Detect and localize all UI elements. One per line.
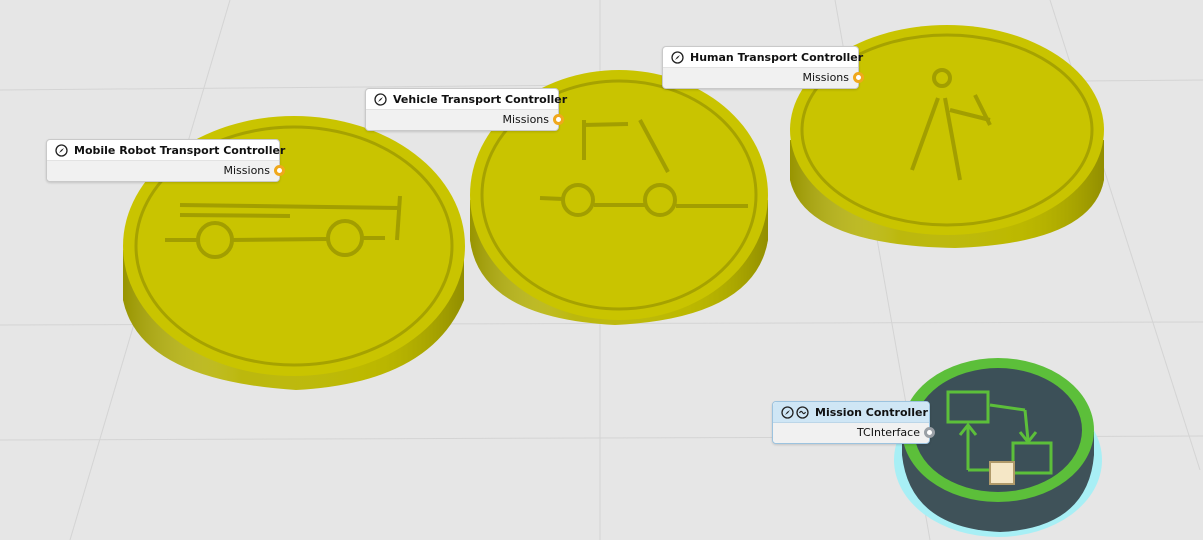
compass-icon bbox=[374, 93, 387, 106]
label-card-mobile-robot[interactable]: Mobile Robot Transport Controller Missio… bbox=[46, 139, 285, 182]
port-connector[interactable] bbox=[553, 114, 564, 125]
label-card-vehicle[interactable]: Vehicle Transport Controller Missions bbox=[365, 88, 567, 131]
compass-icon bbox=[781, 406, 794, 419]
label-card-mission-controller[interactable]: Mission Controller TCInterface bbox=[772, 401, 935, 444]
compass-icon bbox=[671, 51, 684, 64]
label-card-human[interactable]: Human Transport Controller Missions bbox=[662, 46, 864, 89]
component-title: Vehicle Transport Controller bbox=[393, 93, 568, 106]
mission-doc-icon bbox=[989, 461, 1015, 485]
port-connector[interactable] bbox=[274, 165, 285, 176]
port-connector[interactable] bbox=[853, 72, 864, 83]
mission-controller-puck[interactable] bbox=[894, 358, 1102, 537]
component-title: Mobile Robot Transport Controller bbox=[74, 144, 286, 157]
port-connector[interactable] bbox=[924, 427, 935, 438]
port-label: Missions bbox=[223, 164, 271, 177]
port-label: Missions bbox=[502, 113, 550, 126]
3d-viewport[interactable]: Mobile Robot Transport Controller Missio… bbox=[0, 0, 1203, 540]
sync-icon bbox=[796, 406, 809, 419]
port-label: Missions bbox=[802, 71, 850, 84]
component-title: Human Transport Controller bbox=[690, 51, 864, 64]
compass-icon bbox=[55, 144, 68, 157]
component-title: Mission Controller bbox=[815, 406, 928, 419]
scene-canvas[interactable] bbox=[0, 0, 1203, 540]
port-label: TCInterface bbox=[856, 426, 920, 439]
